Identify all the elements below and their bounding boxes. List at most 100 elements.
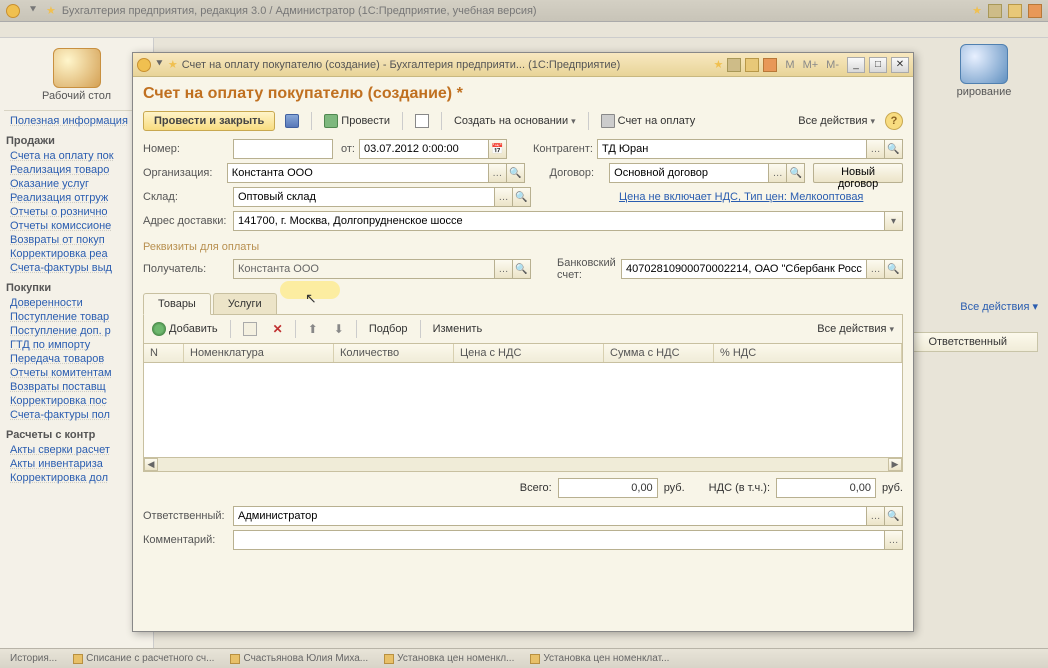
dropdown-icon[interactable]: ⯆ — [26, 4, 40, 18]
sidebar-item[interactable]: Отчеты комитентам — [10, 367, 149, 379]
star-icon[interactable]: ★ — [46, 4, 56, 17]
sidebar-item[interactable]: Возвраты от покуп — [10, 234, 149, 246]
grid-body[interactable] — [144, 363, 902, 457]
bank-acc-input[interactable] — [621, 259, 867, 279]
counterparty-input[interactable] — [597, 139, 867, 159]
lookup-button[interactable]: 🔍 — [513, 187, 531, 207]
sidebar-item[interactable]: Счета-фактуры выд — [10, 262, 149, 274]
select-button[interactable]: … — [769, 163, 787, 183]
date-input[interactable] — [359, 139, 489, 159]
warehouse-input[interactable] — [233, 187, 495, 207]
col-qty[interactable]: Количество — [334, 344, 454, 362]
doc-button[interactable] — [409, 111, 435, 131]
sidebar-item[interactable]: Реализация отгруж — [10, 192, 149, 204]
select-button[interactable]: … — [489, 163, 507, 183]
m-minus-icon[interactable]: M- — [822, 59, 843, 71]
dropdown-icon[interactable]: ⯆ — [155, 58, 164, 71]
desktop-icon[interactable] — [53, 48, 101, 88]
dropdown-button[interactable]: ▾ — [885, 211, 903, 231]
scroll-right-button[interactable]: ▶ — [888, 458, 902, 471]
all-actions-button[interactable]: Все действия — [792, 112, 881, 130]
save-button[interactable] — [279, 111, 305, 131]
lookup-button[interactable]: 🔍 — [513, 259, 531, 279]
sidebar-item[interactable]: Акты сверки расчет — [10, 444, 149, 456]
select-button[interactable]: … — [867, 506, 885, 526]
select-button[interactable]: … — [885, 530, 903, 550]
move-up-button[interactable]: ⬆ — [302, 319, 324, 339]
lookup-button[interactable]: 🔍 — [787, 163, 805, 183]
taskbar-item[interactable]: Счастьянова Юлия Миха... — [224, 653, 374, 664]
m-text-icon[interactable]: M — [781, 59, 798, 71]
delete-row-button[interactable]: ✕ — [267, 320, 289, 338]
sidebar-item[interactable]: Реализация товаро — [10, 164, 149, 176]
sidebar-item[interactable]: Корректировка реа — [10, 248, 149, 260]
m-plus-icon[interactable]: M+ — [803, 59, 819, 71]
col-n[interactable]: N — [144, 344, 184, 362]
maximize-button[interactable]: □ — [869, 57, 887, 73]
sidebar-item[interactable]: Поступление товар — [10, 311, 149, 323]
edit-button[interactable]: Изменить — [427, 320, 489, 338]
lookup-button[interactable]: 🔍 — [885, 506, 903, 526]
col-nomenclature[interactable]: Номенклатура — [184, 344, 334, 362]
sidebar-item[interactable]: Акты инвентариза — [10, 458, 149, 470]
toolbar-icon[interactable] — [988, 4, 1002, 18]
help-button[interactable]: ? — [885, 112, 903, 130]
recipient-input[interactable] — [233, 259, 495, 279]
sidebar-item[interactable]: ГТД по импорту — [10, 339, 149, 351]
toolbar-icon[interactable] — [763, 58, 777, 72]
sidebar-item[interactable]: Счета на оплату пок — [10, 150, 149, 162]
bg-all-actions[interactable]: Все действия ▾ — [960, 300, 1038, 313]
post-button[interactable]: Провести — [318, 111, 396, 131]
close-button[interactable]: ✕ — [891, 57, 909, 73]
admin-icon[interactable] — [960, 44, 1008, 84]
delivery-addr-input[interactable] — [233, 211, 885, 231]
post-and-close-button[interactable]: Провести и закрыть — [143, 111, 275, 131]
toolbar-icon[interactable] — [1028, 4, 1042, 18]
number-input[interactable] — [233, 139, 333, 159]
history-button[interactable]: История... — [4, 653, 63, 664]
tab-services[interactable]: Услуги — [213, 293, 277, 314]
minimize-button[interactable]: _ — [847, 57, 865, 73]
scroll-left-button[interactable]: ◀ — [144, 458, 158, 471]
select-button[interactable]: Подбор — [363, 320, 414, 338]
price-type-link[interactable]: Цена не включает НДС, Тип цен: Мелкоопто… — [619, 191, 863, 203]
tab-goods[interactable]: Товары — [143, 293, 211, 315]
fav-icon[interactable]: ★ — [714, 58, 724, 71]
responsible-input[interactable] — [233, 506, 867, 526]
contract-input[interactable] — [609, 163, 769, 183]
sidebar-item[interactable]: Отчеты комиссионе — [10, 220, 149, 232]
col-vat-pct[interactable]: % НДС — [714, 344, 902, 362]
sidebar-item[interactable]: Передача товаров — [10, 353, 149, 365]
select-button[interactable]: … — [867, 259, 885, 279]
sidebar-item[interactable]: Поступление доп. р — [10, 325, 149, 337]
col-price-vat[interactable]: Цена с НДС — [454, 344, 604, 362]
calendar-button[interactable]: 📅 — [489, 139, 507, 159]
toolbar-icon[interactable] — [727, 58, 741, 72]
move-down-button[interactable]: ⬇ — [328, 319, 350, 339]
select-button[interactable]: … — [495, 187, 513, 207]
add-row-button[interactable]: Добавить — [146, 319, 224, 339]
taskbar-item[interactable]: Установка цен номенклат... — [524, 653, 675, 664]
org-input[interactable] — [227, 163, 489, 183]
col-sum-vat[interactable]: Сумма с НДС — [604, 344, 714, 362]
grid-all-actions-button[interactable]: Все действия — [811, 320, 900, 338]
sidebar-item[interactable]: Возвраты поставщ — [10, 381, 149, 393]
sidebar-item[interactable]: Доверенности — [10, 297, 149, 309]
taskbar-item[interactable]: Списание с расчетного сч... — [67, 653, 220, 664]
grid-scrollbar[interactable]: ◀ ▶ — [144, 457, 902, 471]
lookup-button[interactable]: 🔍 — [885, 139, 903, 159]
comment-input[interactable] — [233, 530, 885, 550]
lookup-button[interactable]: 🔍 — [507, 163, 525, 183]
create-based-button[interactable]: Создать на основании — [448, 112, 582, 130]
new-contract-button[interactable]: Новый договор — [813, 163, 903, 183]
lookup-button[interactable]: 🔍 — [885, 259, 903, 279]
fav-icon[interactable]: ★ — [972, 4, 982, 17]
sidebar-item[interactable]: Оказание услуг — [10, 178, 149, 190]
sidebar-item[interactable]: Корректировка дол — [10, 472, 149, 484]
toolbar-icon[interactable] — [745, 58, 759, 72]
select-button[interactable]: … — [495, 259, 513, 279]
select-button[interactable]: … — [867, 139, 885, 159]
taskbar-item[interactable]: Установка цен номенкл... — [378, 653, 520, 664]
sidebar-item[interactable]: Отчеты о рознично — [10, 206, 149, 218]
sidebar-item[interactable]: Корректировка пос — [10, 395, 149, 407]
